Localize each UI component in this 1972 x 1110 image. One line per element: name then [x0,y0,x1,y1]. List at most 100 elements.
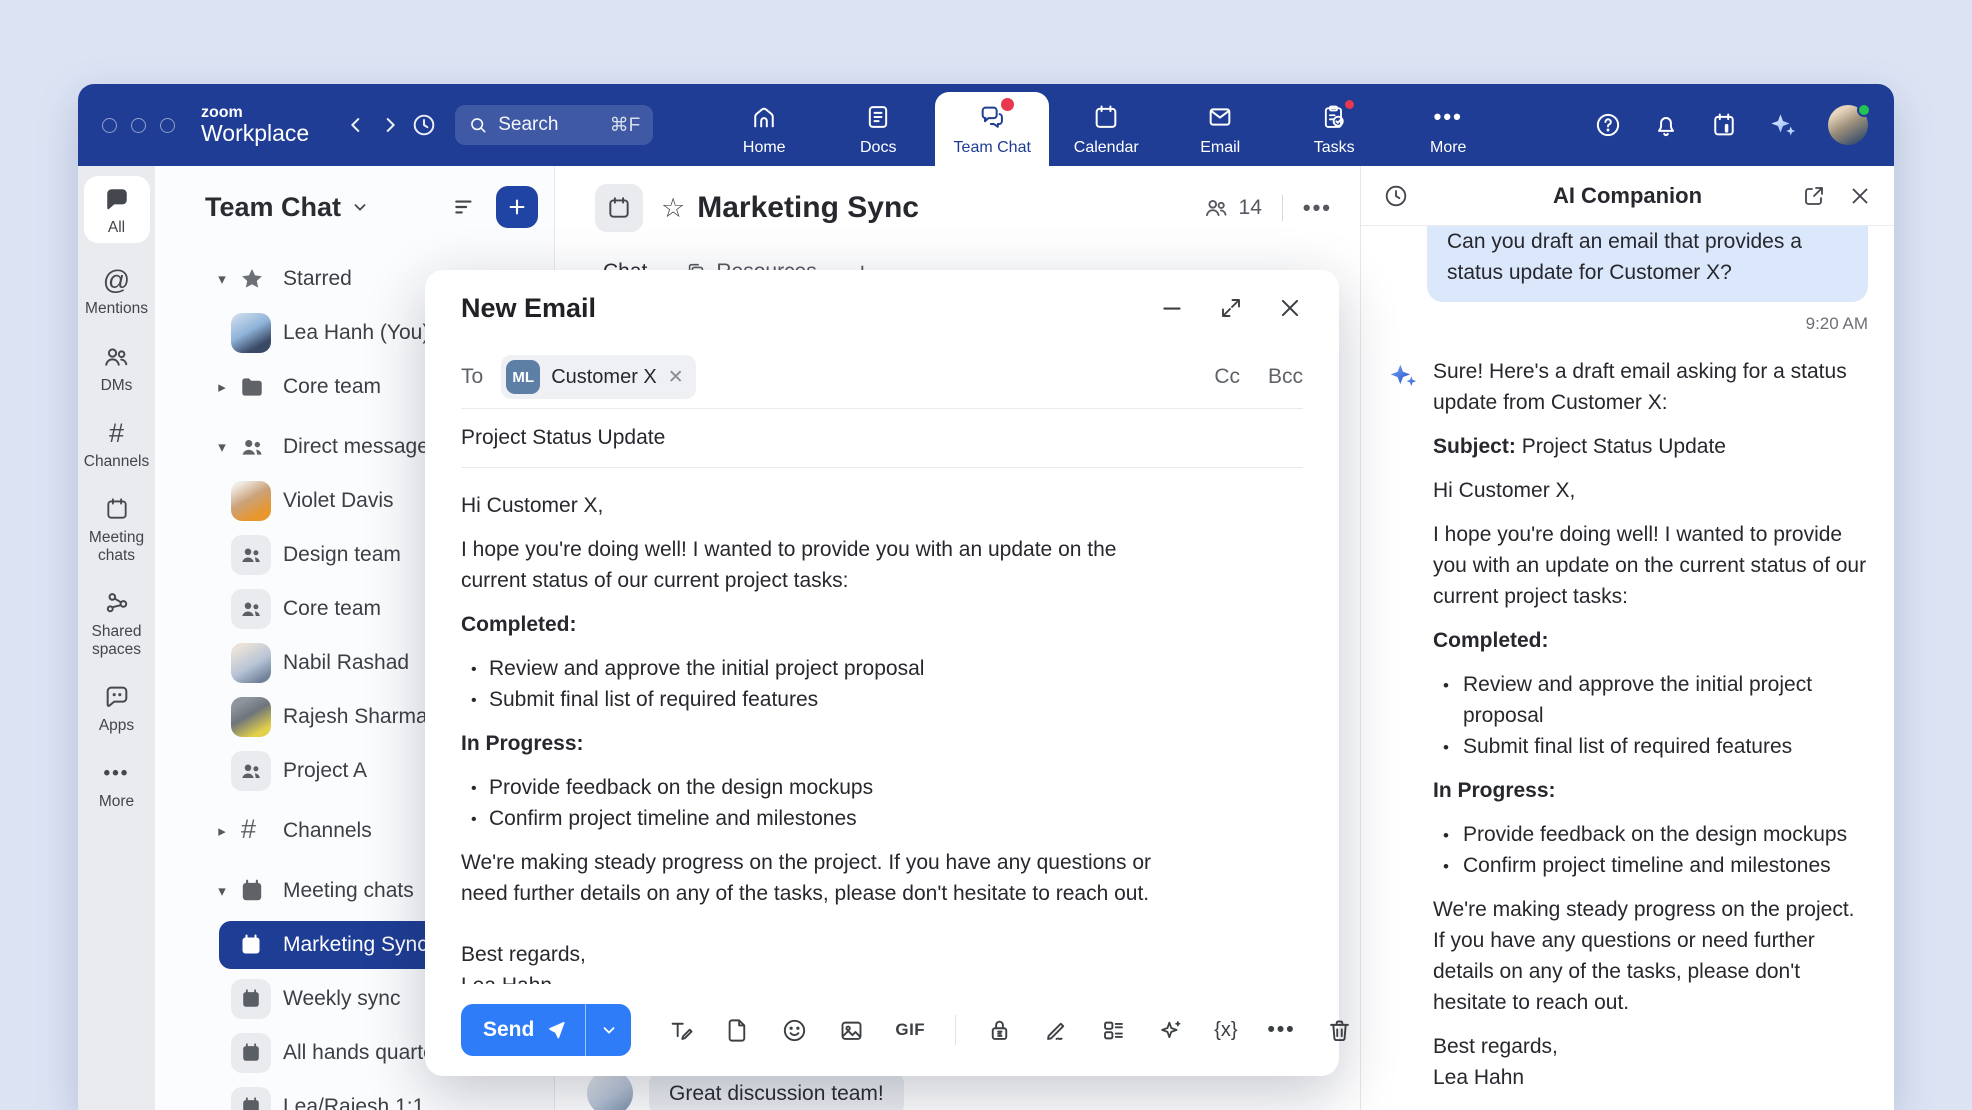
tab-label: Home [743,139,786,157]
user-prompt-bubble: Can you draft an email that provides a s… [1427,226,1868,302]
attach-file-button[interactable] [724,1017,751,1044]
rail-item-dms[interactable]: DMs [101,342,133,394]
tasks-icon [1320,102,1348,132]
send-button[interactable]: Send [461,1004,585,1056]
remove-recipient-icon[interactable]: ✕ [668,368,684,387]
forward-button[interactable] [373,108,407,142]
rail-item-meeting-chats[interactable]: Meeting chats [78,494,155,564]
signature-button[interactable] [1043,1017,1070,1044]
ai-response-text: Sure! Here's a draft email asking for a … [1433,356,1868,1106]
new-chat-button[interactable] [496,186,538,228]
history-button[interactable] [407,108,441,142]
emoji-button[interactable] [781,1017,808,1044]
body-completed-list: Review and approve the initial project p… [461,653,1161,715]
rail-item-all[interactable]: All [84,176,150,243]
message-avatar[interactable] [587,1070,633,1110]
ai-assist-button[interactable] [1157,1017,1184,1044]
cc-button[interactable]: Cc [1214,365,1240,389]
user-avatar[interactable] [1828,105,1868,145]
help-button[interactable] [1594,111,1622,139]
encrypt-button[interactable] [986,1017,1013,1044]
variables-icon: {x} [1214,1019,1237,1042]
modal-controls [1159,295,1303,321]
tab-label: More [1430,139,1466,157]
logo-line1: zoom [201,105,309,122]
tab-email[interactable]: Email [1163,92,1277,166]
tab-label: Docs [860,139,896,157]
body-paragraph: We're making steady progress on the proj… [461,847,1161,909]
toolbar-divider [955,1015,956,1045]
tab-label: Tasks [1314,139,1355,157]
email-body-editor[interactable]: Hi Customer X, I hope you're doing well!… [461,468,1161,984]
ai-open-external-button[interactable] [1802,184,1826,208]
calendar-filled-icon [231,1087,271,1110]
rail-item-more[interactable]: ••• More [99,758,134,810]
search-input[interactable]: Search ⌘F [455,105,653,145]
bcc-button[interactable]: Bcc [1268,365,1303,389]
list-item: Provide feedback on the design mockups [1463,819,1868,850]
tab-tasks[interactable]: Tasks [1277,92,1391,166]
tab-home[interactable]: Home [707,92,821,166]
tab-label: Team Chat [954,139,1031,157]
minimize-button[interactable] [1159,295,1185,321]
tab-more[interactable]: ••• More [1391,92,1505,166]
team-chat-title-dropdown[interactable]: Team Chat [205,192,369,223]
tab-label: Email [1200,139,1240,157]
lock-encrypt-icon [986,1017,1013,1044]
tab-calendar[interactable]: Calendar [1049,92,1163,166]
tab-docs[interactable]: Docs [821,92,935,166]
ai-history-button[interactable] [1383,183,1409,209]
chevron-down-icon [351,198,369,216]
caret-right-icon[interactable]: ▸ [211,378,233,396]
caret-right-icon[interactable]: ▸ [211,822,233,840]
gif-button[interactable]: GIF [895,1020,925,1040]
window-close-light[interactable] [102,118,117,133]
notifications-button[interactable] [1652,111,1680,139]
subject-field[interactable]: Project Status Update [461,409,1303,467]
caret-down-icon[interactable]: ▾ [211,882,233,900]
template-button[interactable] [1100,1017,1127,1044]
email-icon [1206,102,1234,132]
ai-greeting: Hi Customer X, [1433,475,1868,506]
close-button[interactable] [1277,295,1303,321]
desktop: zoom Workplace [0,0,1972,1110]
close-icon [1848,184,1872,208]
filter-button[interactable] [452,194,478,220]
text-format-button[interactable] [667,1017,694,1044]
history-clock-icon [411,112,437,138]
send-options-button[interactable] [585,1004,631,1056]
tab-label: Calendar [1074,139,1139,157]
ai-close-button[interactable] [1848,184,1872,208]
insert-image-button[interactable] [838,1017,865,1044]
rail-label: Channels [84,453,150,470]
rail-item-shared-spaces[interactable]: Shared spaces [78,588,155,658]
back-button[interactable] [339,108,373,142]
expand-button[interactable] [1219,296,1243,320]
bell-icon [1652,111,1680,139]
star-channel-button[interactable]: ☆ [661,195,685,222]
caret-down-icon[interactable]: ▾ [211,270,233,288]
ai-companion-button[interactable] [1768,110,1798,140]
rail-item-apps[interactable]: Apps [99,682,134,734]
caret-down-icon[interactable]: ▾ [211,438,233,456]
recipient-chip[interactable]: ML Customer X ✕ [501,355,696,399]
chat-item-lea-rajesh-1-1[interactable]: Lea/Rajesh 1:1 [155,1080,554,1110]
variables-button[interactable]: {x} [1214,1019,1237,1042]
ai-completed-label: Completed: [1433,625,1868,656]
modal-title: New Email [461,293,596,324]
schedule-button[interactable] [1710,111,1738,139]
rail-item-mentions[interactable]: @ Mentions [85,265,148,317]
body-signature: Best regards,Lea Hahn [461,939,1161,984]
discard-draft-button[interactable] [1326,1017,1353,1044]
members-button[interactable]: 14 [1203,195,1262,221]
more-tools-button[interactable]: ••• [1268,1018,1296,1042]
history-clock-icon [1383,183,1409,209]
people-filled-icon [239,434,266,461]
window-minimize-light[interactable] [131,118,146,133]
channel-more-button[interactable]: ••• [1303,195,1332,221]
rail-label: DMs [101,377,133,394]
window-zoom-light[interactable] [160,118,175,133]
tab-team-chat[interactable]: Team Chat [935,92,1049,166]
timestamp: 9:20 AM [1387,314,1868,334]
rail-item-channels[interactable]: # Channels [84,418,150,470]
